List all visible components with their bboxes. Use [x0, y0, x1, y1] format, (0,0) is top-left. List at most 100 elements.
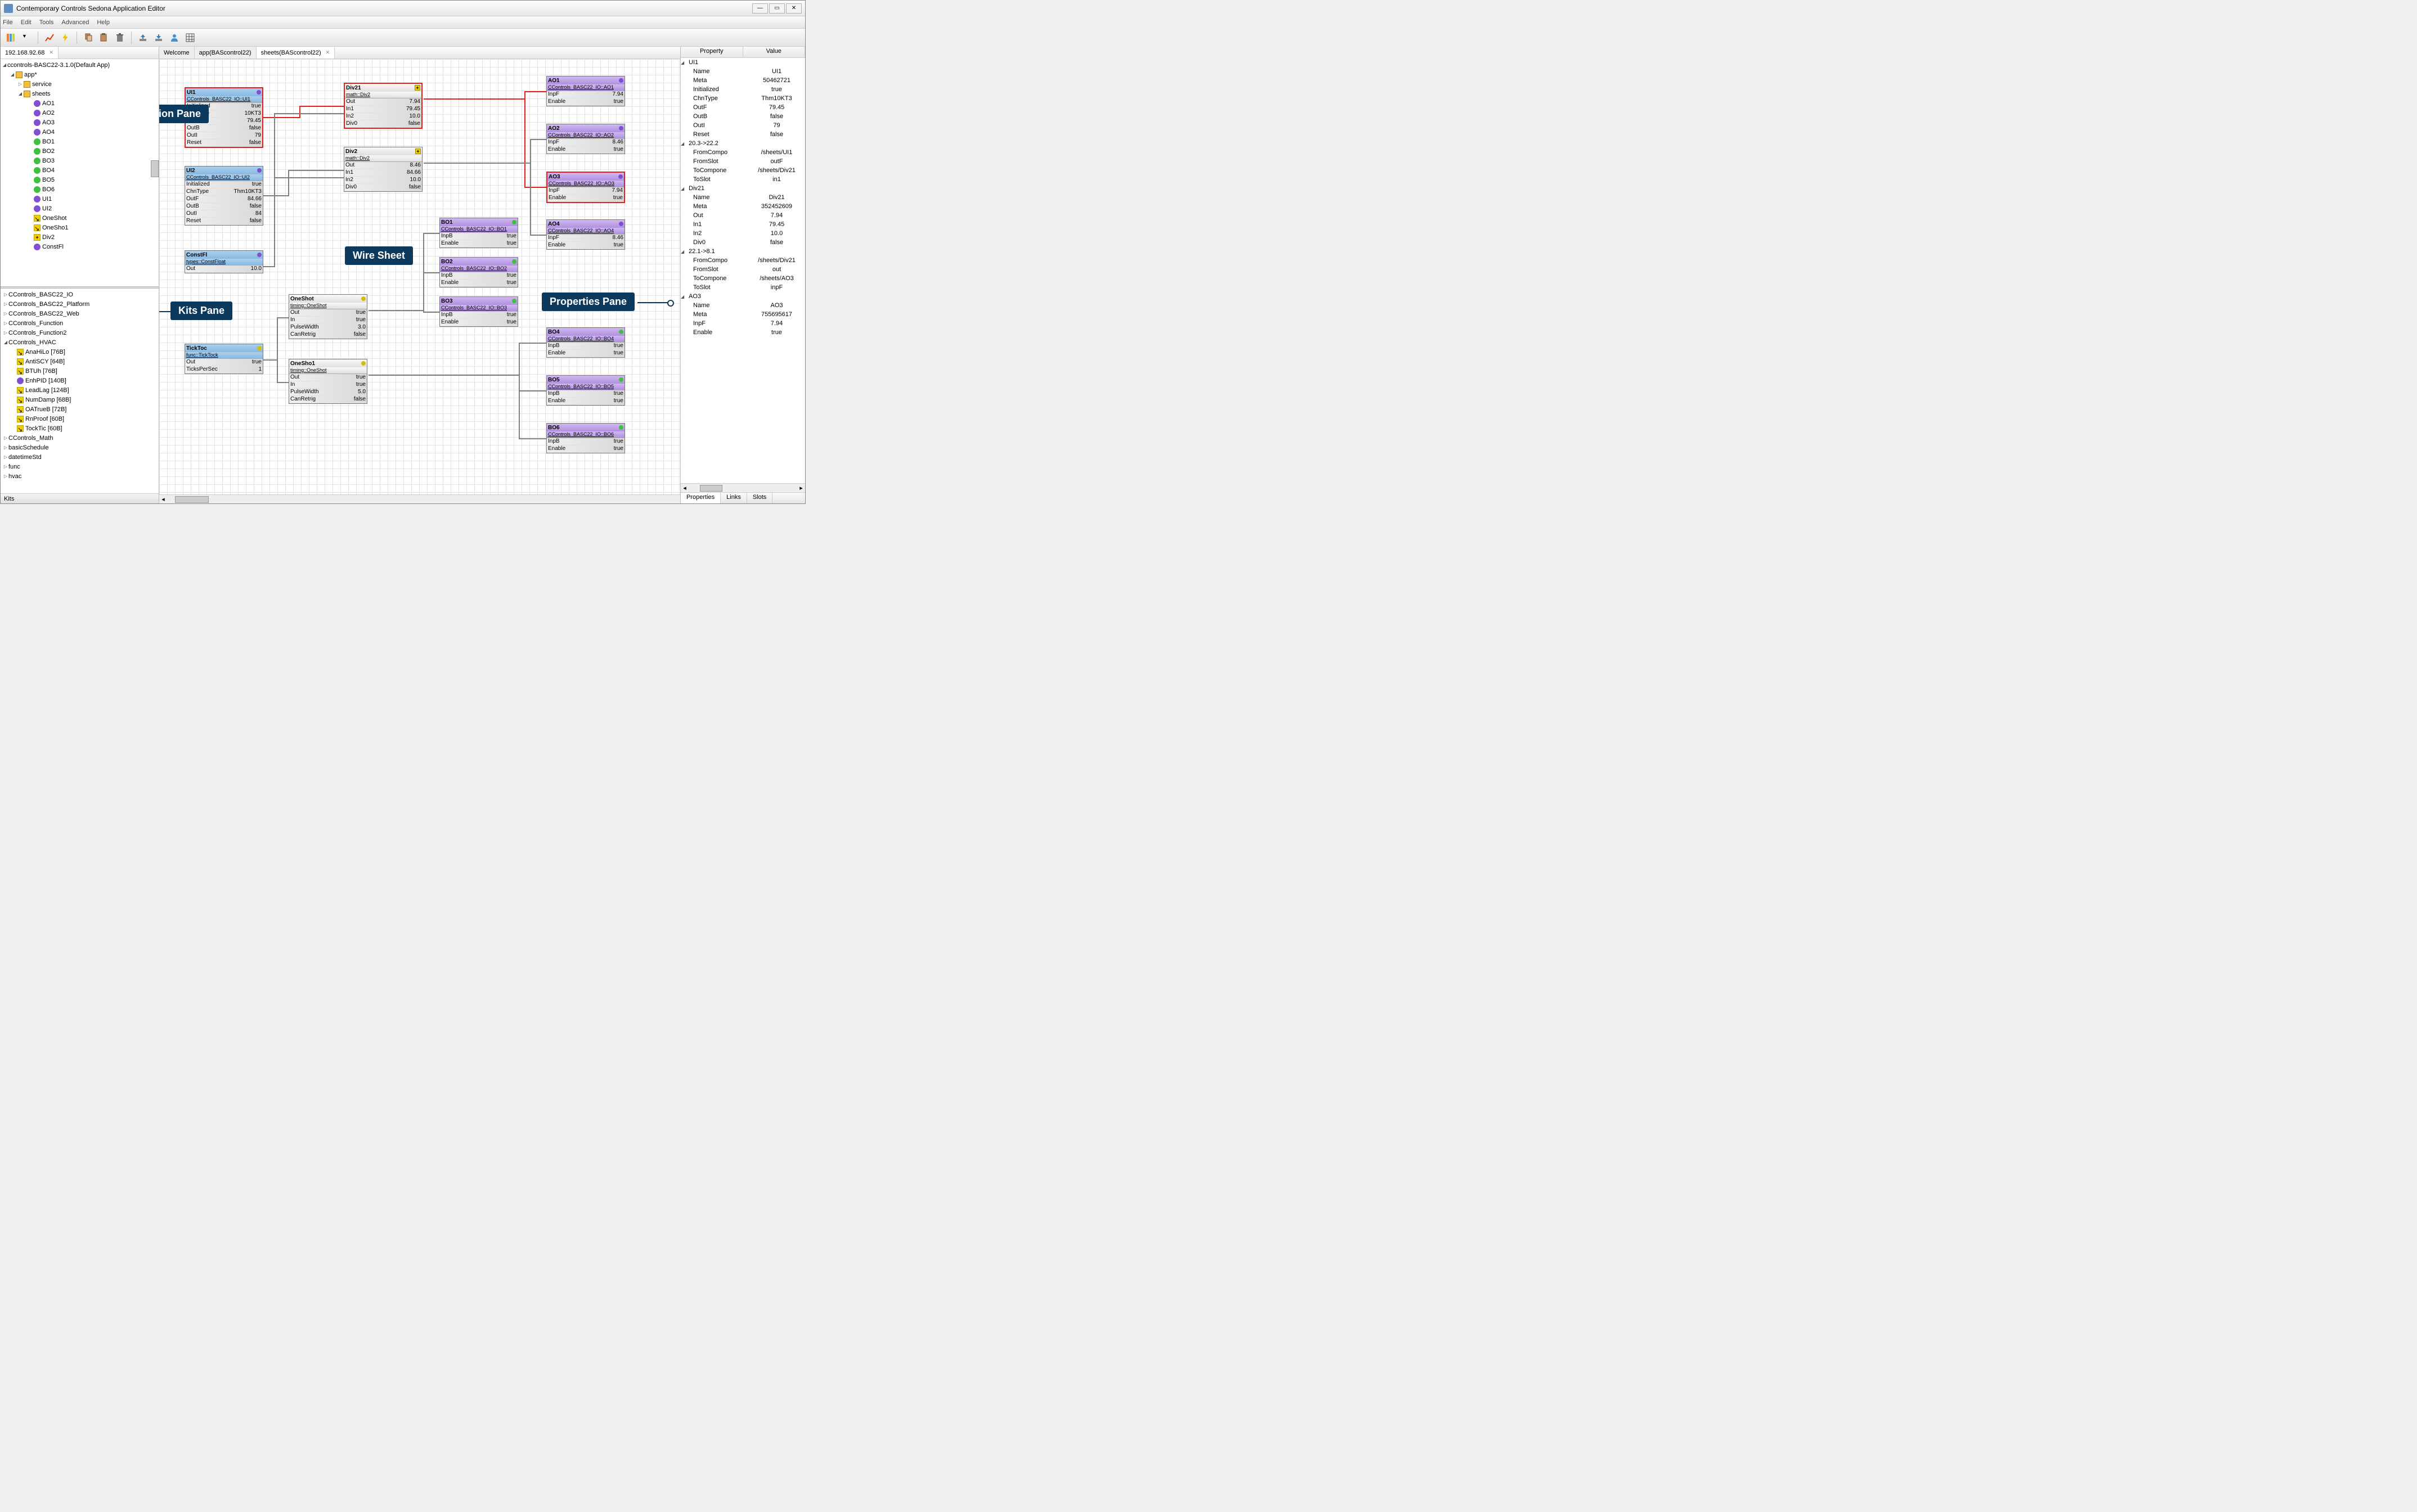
component-BO5[interactable]: BO5CControls_BASC22_IO::BO5InpBtrueEnabl…	[546, 375, 625, 406]
component-slot[interactable]: Div0false	[345, 120, 421, 128]
component-slot[interactable]: Div0false	[344, 184, 422, 191]
property-row[interactable]: Initializedtrue	[681, 85, 805, 94]
close-icon[interactable]: ✕	[326, 50, 330, 56]
property-group[interactable]: ◢22.1->8.1	[681, 247, 805, 256]
property-row[interactable]: ToSlotin1	[681, 175, 805, 184]
kit-item[interactable]: EnhPID [140B]	[2, 376, 158, 385]
menu-file[interactable]: File	[3, 19, 13, 26]
tree-root[interactable]: ccontrols-BASC22-3.1.0(Default App)	[7, 62, 110, 69]
component-slot[interactable]: Enabletrue	[547, 446, 625, 453]
properties-body[interactable]: ◢UI1NameUI1Meta50462721InitializedtrueCh…	[681, 58, 805, 483]
component-slot[interactable]: OutBfalse	[186, 125, 262, 132]
component-slot[interactable]: Enabletrue	[440, 240, 518, 248]
tree-item[interactable]: BO6	[2, 184, 158, 194]
tree-app[interactable]: app*	[24, 71, 37, 78]
component-slot[interactable]: InpF7.94	[547, 187, 624, 195]
property-row[interactable]: Out7.94	[681, 211, 805, 220]
component-slot[interactable]: Initializedtrue	[185, 181, 263, 188]
component-UI2[interactable]: UI2CControls_BASC22_IO::UI2Initializedtr…	[185, 166, 263, 226]
component-slot[interactable]: InpF7.94	[547, 91, 625, 98]
kit-folder[interactable]: ▷CControls_BASC22_Platform	[2, 299, 158, 309]
property-group[interactable]: ◢20.3->22.2	[681, 139, 805, 148]
component-BO2[interactable]: BO2CControls_BASC22_IO::BO2InpBtrueEnabl…	[439, 257, 518, 287]
tree-item[interactable]: ↘OneShot	[2, 213, 158, 223]
dropdown-icon[interactable]: ▼	[20, 31, 33, 44]
component-slot[interactable]: OutBfalse	[185, 203, 263, 210]
tab-properties[interactable]: Properties	[681, 493, 721, 503]
component-slot[interactable]: PulseWidth5.0	[289, 389, 367, 396]
property-group[interactable]: ◢AO3	[681, 292, 805, 301]
property-row[interactable]: OutBfalse	[681, 112, 805, 121]
paste-icon[interactable]	[97, 31, 111, 44]
tree-item[interactable]: BO3	[2, 156, 158, 165]
component-slot[interactable]: Enabletrue	[547, 195, 624, 202]
tree-item[interactable]: BO1	[2, 137, 158, 146]
property-row[interactable]: In210.0	[681, 229, 805, 238]
component-Div21[interactable]: Div21+math::Div2Out7.94In179.45In210.0Di…	[344, 83, 423, 129]
component-BO3[interactable]: BO3CControls_BASC22_IO::BO3InpBtrueEnabl…	[439, 296, 518, 327]
property-row[interactable]: Meta755695617	[681, 310, 805, 319]
component-slot[interactable]: InpF8.46	[547, 235, 625, 242]
component-BO4[interactable]: BO4CControls_BASC22_IO::BO4InpBtrueEnabl…	[546, 327, 625, 358]
tree-item[interactable]: +Div2	[2, 232, 158, 242]
component-BO6[interactable]: BO6CControls_BASC22_IO::BO6InpBtrueEnabl…	[546, 423, 625, 453]
property-row[interactable]: ToSlotinpF	[681, 283, 805, 292]
property-row[interactable]: In179.45	[681, 220, 805, 229]
tree-item[interactable]: AO1	[2, 98, 158, 108]
component-ConstFl[interactable]: ConstFltypes::ConstFloatOut10.0	[185, 250, 263, 273]
kits-tree[interactable]: ▷CControls_BASC22_IO▷CControls_BASC22_Pl…	[1, 289, 159, 493]
component-AO2[interactable]: AO2CControls_BASC22_IO::AO2InpF8.46Enabl…	[546, 124, 625, 154]
component-OneShot[interactable]: OneShottiming::OneShotOuttrueIntruePulse…	[289, 294, 367, 339]
grid-icon[interactable]	[183, 31, 197, 44]
component-slot[interactable]: Out10.0	[185, 266, 263, 273]
kit-item[interactable]: ↘RnProof [60B]	[2, 414, 158, 424]
tree-item[interactable]: BO2	[2, 146, 158, 156]
property-row[interactable]: Meta50462721	[681, 76, 805, 85]
tab-app[interactable]: app(BAScontrol22)	[195, 47, 257, 58]
tree-item[interactable]: UI2	[2, 204, 158, 213]
property-row[interactable]: OutF79.45	[681, 103, 805, 112]
tree-sheets[interactable]: sheets	[32, 91, 50, 97]
property-row[interactable]: Resetfalse	[681, 130, 805, 139]
component-AO1[interactable]: AO1CControls_BASC22_IO::AO1InpF7.94Enabl…	[546, 76, 625, 106]
tree-service[interactable]: service	[32, 81, 52, 88]
component-slot[interactable]: OutI84	[185, 210, 263, 218]
maximize-button[interactable]: ▭	[769, 3, 785, 14]
kit-item[interactable]: ↘AntiSCY [64B]	[2, 357, 158, 366]
component-slot[interactable]: Enabletrue	[547, 242, 625, 249]
kit-folder[interactable]: ▷CControls_BASC22_IO	[2, 290, 158, 299]
component-slot[interactable]: Resetfalse	[185, 218, 263, 225]
component-slot[interactable]: OutF84.66	[185, 196, 263, 203]
properties-hscroll[interactable]: ◂▸	[681, 483, 805, 492]
component-slot[interactable]: Outtrue	[185, 359, 263, 366]
property-row[interactable]: NameDiv21	[681, 193, 805, 202]
property-row[interactable]: ToCompone/sheets/Div21	[681, 166, 805, 175]
component-slot[interactable]: In179.45	[345, 106, 421, 113]
property-row[interactable]: Div0false	[681, 238, 805, 247]
component-slot[interactable]: ChnTypeThm10KT3	[185, 188, 263, 196]
tab-welcome[interactable]: Welcome	[159, 47, 195, 58]
chart-icon[interactable]	[43, 31, 56, 44]
property-row[interactable]: FromCompo/sheets/UI1	[681, 148, 805, 157]
component-slot[interactable]: Enabletrue	[547, 98, 625, 106]
property-row[interactable]: FromCompo/sheets/Div21	[681, 256, 805, 265]
menu-edit[interactable]: Edit	[21, 19, 32, 26]
component-slot[interactable]: In184.66	[344, 169, 422, 177]
panes-icon[interactable]	[4, 31, 17, 44]
kit-item[interactable]: ↘NumDamp [68B]	[2, 395, 158, 404]
nav-scroll-thumb[interactable]	[151, 160, 159, 177]
property-row[interactable]: Meta352452609	[681, 202, 805, 211]
property-row[interactable]: NameUI1	[681, 67, 805, 76]
component-slot[interactable]: InpBtrue	[547, 390, 625, 398]
property-row[interactable]: NameAO3	[681, 301, 805, 310]
navigation-tree[interactable]: ◢ccontrols-BASC22-3.1.0(Default App) ◢ap…	[1, 59, 159, 286]
component-slot[interactable]: InpBtrue	[547, 343, 625, 350]
component-slot[interactable]: InpBtrue	[440, 312, 518, 319]
tree-item[interactable]: AO4	[2, 127, 158, 137]
trash-icon[interactable]	[113, 31, 127, 44]
component-slot[interactable]: InpF8.46	[547, 139, 625, 146]
close-button[interactable]: ✕	[786, 3, 802, 14]
property-group[interactable]: ◢Div21	[681, 184, 805, 193]
component-slot[interactable]: Enabletrue	[547, 398, 625, 405]
wiresheet-canvas[interactable]: UI1CControls_BASC22_IO::UI1Initializedtr…	[159, 59, 680, 494]
